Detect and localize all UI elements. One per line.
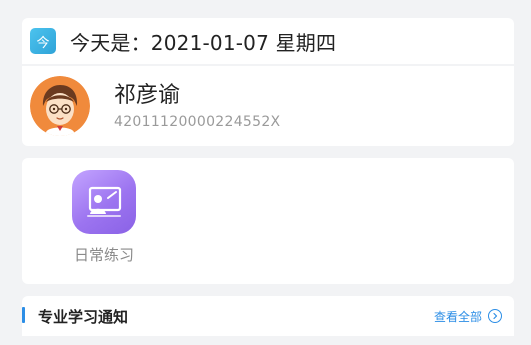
app-daily-practice[interactable]: 日常练习 <box>64 170 144 265</box>
chevron-right-icon <box>488 309 502 323</box>
notice-section-header: 专业学习通知 查看全部 <box>22 296 514 336</box>
profile-card[interactable]: 祁彦谕 42011120000224552X <box>22 66 514 146</box>
app-screen: 今 今天是：2021-01-07 星期四 祁彦谕 420111200002245… <box>0 0 531 345</box>
blackboard-teacher-icon[interactable] <box>72 170 136 234</box>
view-all-label: 查看全部 <box>433 309 482 324</box>
today-icon: 今 <box>30 28 56 54</box>
date-text: 今天是：2021-01-07 星期四 <box>70 30 337 55</box>
profile-info: 祁彦谕 42011120000224552X <box>114 82 280 130</box>
user-id-number: 42011120000224552X <box>114 114 281 130</box>
app-label: 日常练习 <box>73 246 134 264</box>
notice-title: 专业学习通知 <box>38 307 129 326</box>
section-accent-bar <box>22 307 25 323</box>
user-name: 祁彦谕 <box>114 83 181 108</box>
apps-grid: 日常练习 <box>22 158 514 284</box>
date-header: 今 今天是：2021-01-07 星期四 <box>22 18 514 64</box>
view-all-link[interactable]: 查看全部 <box>434 308 502 325</box>
avatar[interactable] <box>30 76 90 136</box>
